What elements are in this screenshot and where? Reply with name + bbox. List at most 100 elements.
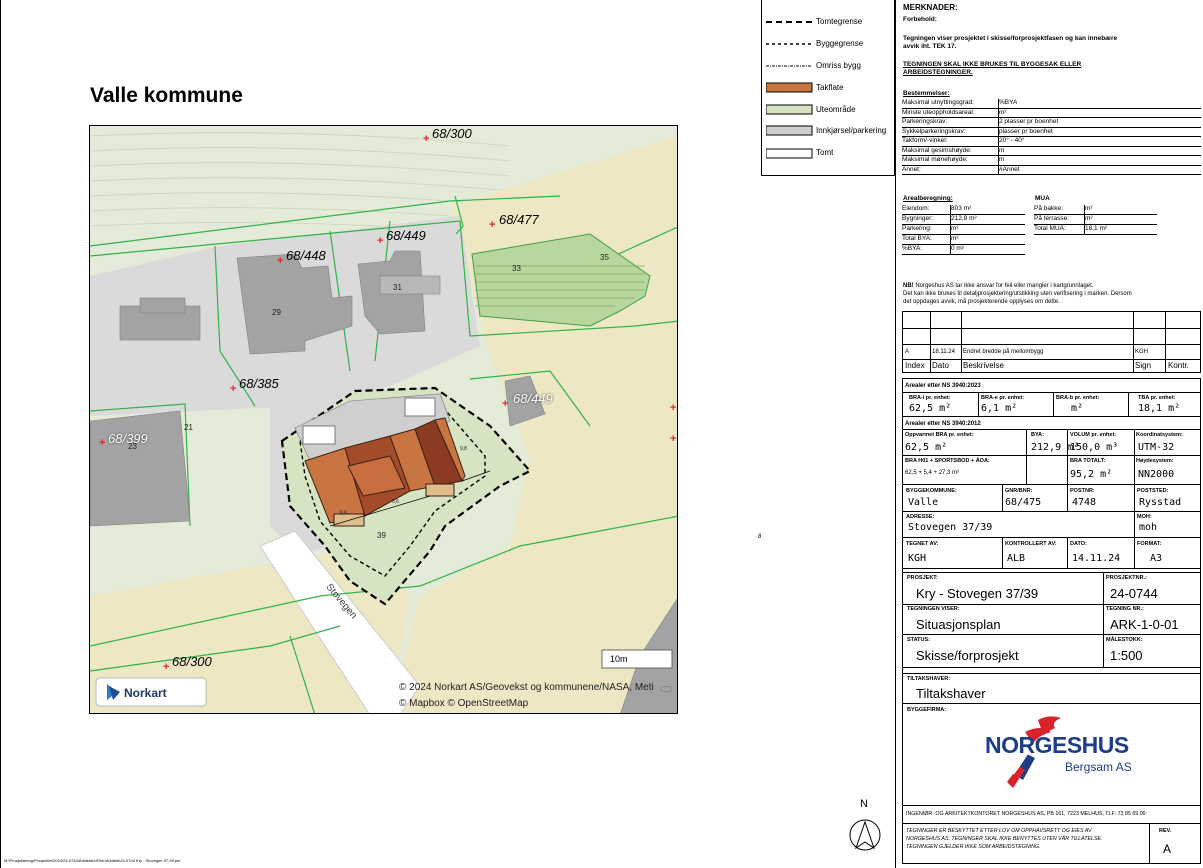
parcel-marker-icon: +	[502, 398, 509, 410]
poststed-label: POSTSTED:	[1137, 488, 1169, 494]
map-attribution: © 2024 Norkart AS/Geovekst og kommunene/…	[399, 682, 654, 693]
dato-label: DATO:	[1070, 541, 1087, 547]
ns2012-label: BRA H01 + SPORTSBOD + ÅOA:	[905, 458, 990, 464]
areal-label: Bygninger:	[902, 215, 934, 222]
map-attribution: © Mapbox © OpenStreetMap	[399, 698, 529, 709]
legend-item: Tomtegrense	[816, 17, 863, 26]
bestemmelser-label: Parkeringskrav:	[902, 118, 948, 125]
bestemmelser-value: #Annet	[999, 165, 1020, 173]
dimension-label: 9,8	[460, 446, 467, 452]
adresse-label: ADRESSE:	[906, 514, 935, 520]
moh-label: MOH:	[1137, 514, 1152, 520]
revision-header: Index	[905, 361, 925, 370]
page-border-left	[0, 0, 1, 868]
house-number: 29	[272, 308, 281, 317]
tegnet-label: TEGNET AV:	[906, 541, 939, 547]
ns2023-value: 18,1 m²	[1138, 403, 1181, 414]
ns2012-label: BYA:	[1031, 432, 1044, 438]
file-path: M:\Prosjektering\Prosjekter\2024\24-0744…	[4, 858, 181, 863]
postnr-label: POSTNR:	[1070, 488, 1095, 494]
mua-heading: MUA	[1035, 195, 1050, 202]
areal-value: m²	[951, 235, 959, 242]
disclaimer: det oppdages avvik, må prosjekterende op…	[903, 299, 1060, 305]
status-value: Skisse/forprosjekt	[916, 648, 1019, 663]
mua-value: m²	[1085, 205, 1093, 212]
tiltakshaver-label: TILTAKSHAVER:	[907, 676, 951, 682]
format-value: A3	[1150, 553, 1163, 564]
bestemmelser-value: 2 plasser pr boenhet	[999, 118, 1059, 125]
footer-legal: TEGNINGER ER BESKYTTET ETTER LOV OM OPPH…	[906, 828, 1092, 834]
mua-table: På bakke: m² På terrasse: m² Total MUA: 18,…	[1034, 205, 1157, 235]
map-graphics	[90, 126, 677, 713]
legend-item: Omriss bygg	[816, 61, 861, 70]
bestemmelser-label: Maksimal mønehøyde:	[902, 156, 968, 163]
ns2023-value: 6,1 m²	[981, 403, 1018, 414]
ns2023-label: BRA-b pr. enhet:	[1056, 395, 1100, 401]
ns2012-value: UTM-32	[1138, 442, 1175, 453]
dimension-label: 6,6	[340, 510, 347, 516]
attribution-toggle-icon[interactable]	[660, 686, 672, 692]
malestokk-value: 1:500	[1110, 648, 1143, 663]
norgeshus-sub: Bergsam AS	[1065, 760, 1132, 774]
notes-line: Tegningen viser prosjektet i skisse/forp…	[903, 35, 1118, 42]
parcel-label: 68/449	[386, 228, 426, 243]
prosjekt-label: PROSJEKT:	[907, 575, 938, 581]
bestemmelser-label: Takform/-vinkel:	[902, 137, 948, 144]
viser-label: TEGNINGEN VISER:	[907, 606, 960, 612]
legend-swatches	[766, 21, 813, 159]
parcel-marker-icon: +	[230, 383, 237, 395]
disclaimer: NB! Norgeshus AS tar ikke ansvar for fei…	[903, 283, 1094, 289]
malestokk-label: MÅLESTOKK:	[1106, 637, 1143, 643]
scale-bar-label: 10m	[610, 654, 628, 664]
areal-value: m²	[951, 225, 959, 232]
rev-label: REV.	[1159, 828, 1172, 834]
status-label: STATUS:	[907, 637, 931, 643]
areal-value: 0 m²	[951, 245, 964, 252]
north-label: N	[860, 798, 868, 810]
prosjekt-value: Kry - Stovegen 37/39	[916, 586, 1039, 601]
ns2023-heading: Arealer etter NS 3940:2023	[905, 383, 981, 389]
ns2023-label: TBA pr. enhet:	[1138, 395, 1176, 401]
house-number: 35	[600, 253, 609, 262]
parcel-marker-icon: +	[99, 437, 106, 449]
revision-index: A	[905, 349, 910, 355]
parcel-label: 68/449	[513, 391, 553, 406]
ns2012-label: VOLUM pr. enhet:	[1070, 432, 1117, 438]
disclaimer: Det kan ikke brukes til detaljprosjekter…	[903, 291, 1132, 297]
areal-label: %BYA:	[902, 245, 923, 252]
revision-header: Kontr.	[1168, 361, 1189, 370]
dato-value: 14.11.24	[1072, 553, 1121, 564]
ns2023-value: 62,5 m²	[909, 403, 952, 414]
revision-description: Endret bredde på mellombygg	[963, 349, 1044, 355]
prosjektnr-value: 24-0744	[1110, 586, 1158, 601]
ns2012-value: 62,5 m²	[905, 442, 948, 453]
revision-header: Sign	[1135, 361, 1152, 370]
arealberegning-table: Eiendom: 803 m² Bygninger: 212,9 m² Parker…	[902, 205, 1025, 255]
revision-header: Dato	[932, 361, 949, 370]
areal-label: Eiendom:	[902, 205, 930, 212]
legend-item: Uteområde	[816, 105, 856, 114]
bestemmelser-value: %BYA	[999, 99, 1018, 106]
bestemmelser-value: 20° - 40°	[999, 137, 1025, 144]
areal-label: Parkering:	[902, 225, 932, 232]
norgeshus-logo: NORGESHUS Bergsam AS	[983, 714, 1143, 794]
poststed-value: Rysstad	[1139, 497, 1182, 508]
parcel-marker-icon: +	[670, 433, 677, 445]
north-arrow-icon	[849, 819, 881, 851]
ns2012-value: 95,2 m²	[1070, 469, 1113, 480]
mua-label: På terrasse:	[1034, 215, 1070, 222]
mua-value: 18,1 m²	[1085, 225, 1108, 232]
format-label: FORMAT:	[1137, 541, 1162, 547]
mua-value: m²	[1085, 215, 1093, 222]
ns2012-label: Høydesystem:	[1136, 458, 1174, 464]
bestemmelser-label: Maksimal gesimshøyde:	[902, 146, 972, 154]
gnr-value: 68/475	[1005, 497, 1042, 508]
ns2023-label: BRA-i pr. enhet:	[909, 395, 951, 401]
parcel-marker-icon: +	[277, 255, 284, 267]
kommune-value: Valle	[908, 497, 939, 508]
parcel-label: 68/300	[432, 126, 472, 141]
kontrollert-value: ALB	[1007, 553, 1026, 564]
rev-value: A	[1163, 842, 1172, 856]
house-number: 31	[393, 283, 402, 292]
kontrollert-label: KONTROLLERT AV:	[1005, 541, 1057, 547]
